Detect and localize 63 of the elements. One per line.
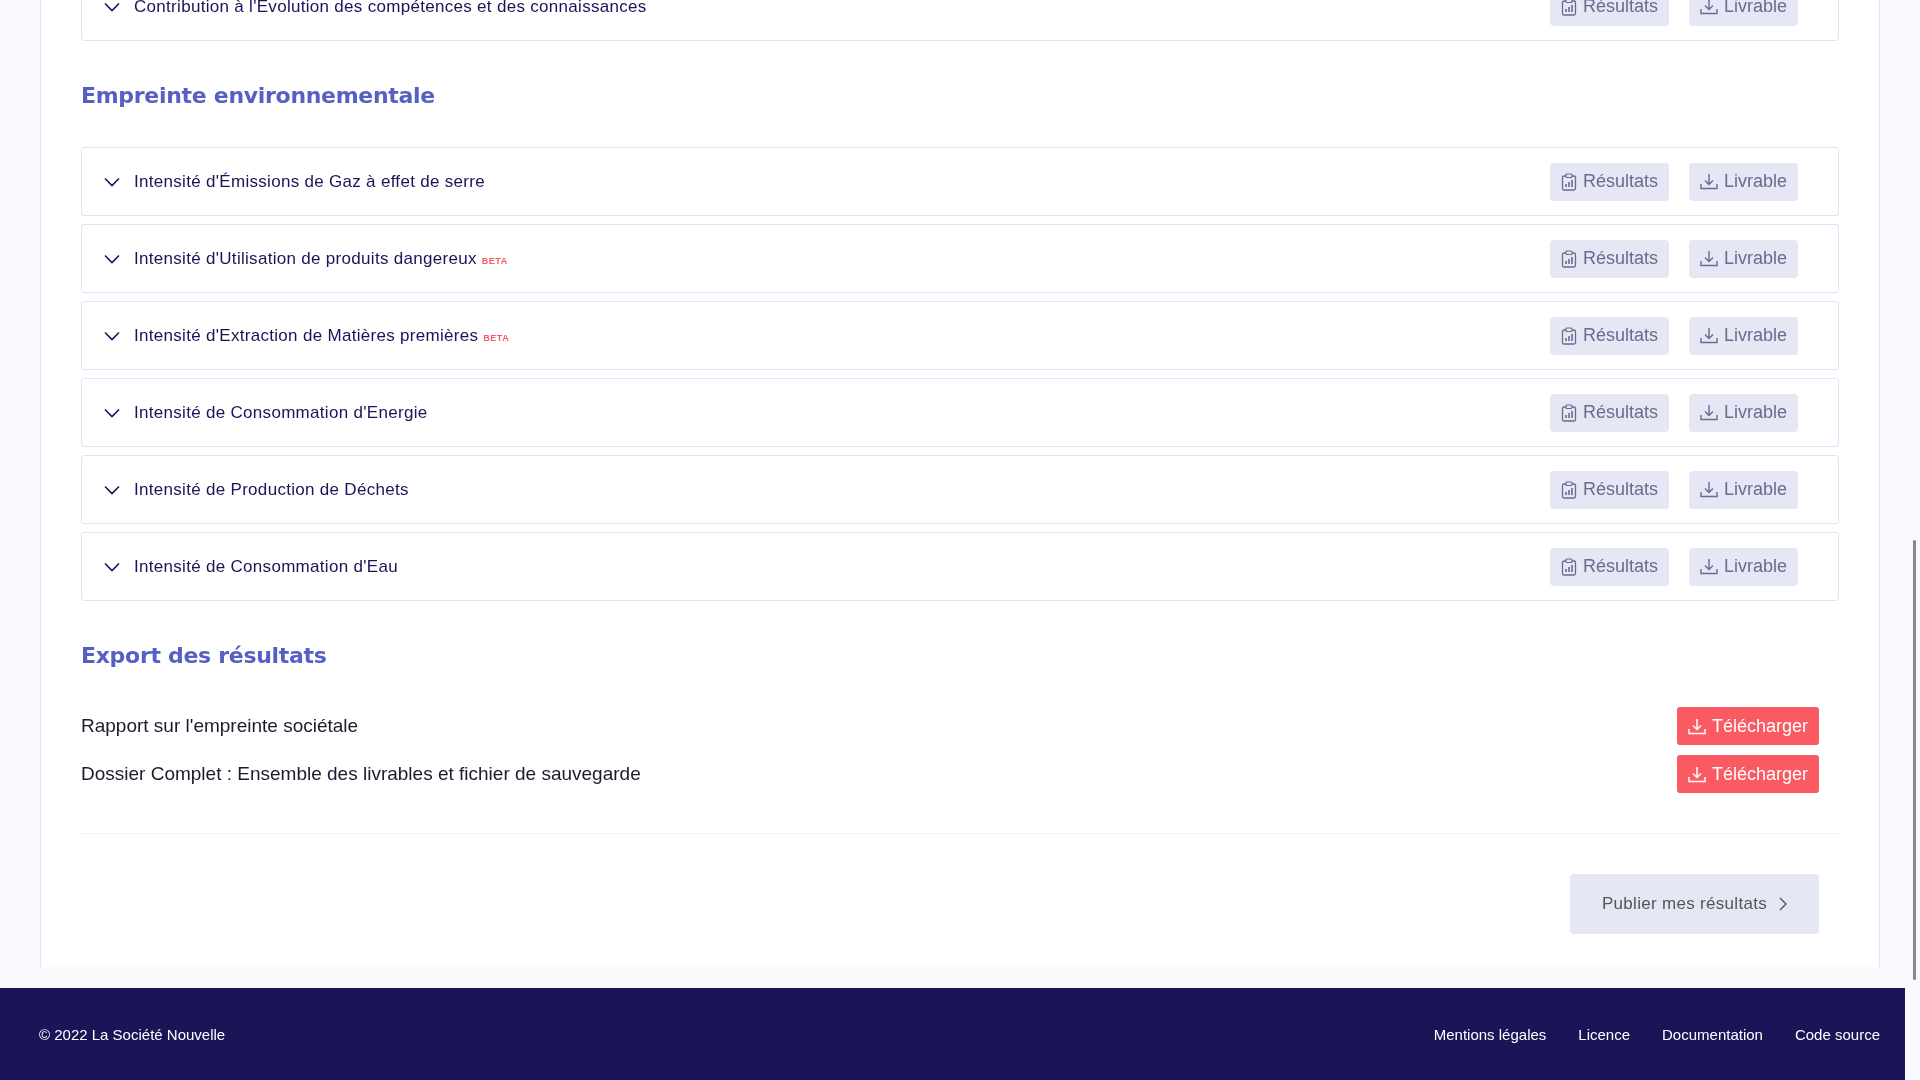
section-heading: Empreinte environnementale (81, 82, 436, 110)
download-icon (1687, 717, 1706, 735)
clipboard-chart-icon (1560, 480, 1577, 499)
copyright-text: © 2022 La Société Nouvelle (39, 1025, 226, 1043)
beta-label: BETA (483, 332, 510, 343)
clipboard-chart-icon (1560, 557, 1577, 576)
chevron-icon[interactable] (104, 1, 120, 12)
download-icon (1699, 558, 1718, 575)
indicator-title: Intensité d'Émissions de Gaz à effet de serre (134, 171, 485, 192)
footer-link[interactable]: Mentions légales (1433, 1025, 1547, 1043)
download-icon (1699, 404, 1718, 421)
publish-button[interactable]: Publier mes résultats (1569, 874, 1819, 934)
indicator-title: Intensité de Consommation d'Eau (134, 556, 398, 577)
chevron-icon[interactable] (104, 330, 120, 341)
deliverable-button[interactable]: Livrable (1688, 547, 1798, 586)
indicator-title: Intensité d'Utilisation de produits dangereux (134, 248, 477, 269)
export-label: Rapport sur l'empreinte sociétale (81, 715, 359, 737)
results-button[interactable]: Résultats (1549, 393, 1669, 432)
chevron-right-icon (1779, 897, 1787, 911)
download-icon (1699, 327, 1718, 344)
download-icon (1699, 0, 1718, 15)
indicator-row[interactable]: Intensité d'Extraction de Matières premières BETA Résultats Livrable (81, 301, 1839, 370)
footer-link[interactable]: Licence (1578, 1025, 1631, 1043)
beta-label: BETA (481, 255, 508, 266)
download-button[interactable]: Télécharger (1676, 755, 1819, 793)
indicator-title: Intensité de Consommation d'Energie (134, 402, 428, 423)
results-button[interactable]: Résultats (1549, 316, 1669, 355)
indicator-row[interactable]: Intensité d'Émissions de Gaz à effet de serre Résultats Livrable (81, 147, 1839, 216)
chevron-icon[interactable] (104, 561, 120, 572)
chevron-icon[interactable] (104, 253, 120, 264)
indicator-row[interactable]: Intensité de Production de Déchets Résultats Livrable (81, 455, 1839, 524)
results-button[interactable]: Résultats (1549, 162, 1669, 201)
deliverable-button[interactable]: Livrable (1688, 162, 1798, 201)
chevron-icon[interactable] (104, 484, 120, 495)
clipboard-chart-icon (1560, 326, 1577, 345)
indicator-title: Intensité de Production de Déchets (134, 479, 409, 500)
results-button[interactable]: Résultats (1549, 470, 1669, 509)
deliverable-button[interactable]: Livrable (1688, 239, 1798, 278)
indicator-row[interactable]: Intensité de Consommation d'Eau Résultats Livrable (81, 532, 1839, 601)
clipboard-chart-icon (1560, 249, 1577, 268)
download-icon (1699, 250, 1718, 267)
deliverable-button[interactable]: Livrable (1688, 470, 1798, 509)
deliverable-button[interactable]: Livrable (1688, 316, 1798, 355)
footer-link[interactable]: Code source (1794, 1025, 1880, 1043)
scrollbar-thumb[interactable] (1913, 540, 1916, 980)
clipboard-chart-icon (1560, 0, 1577, 16)
download-icon (1699, 173, 1718, 190)
deliverable-button[interactable]: Livrable (1688, 393, 1798, 432)
section-heading: Export des résultats (81, 642, 328, 670)
indicator-title: Intensité d'Extraction de Matières premières (134, 325, 479, 346)
download-button[interactable]: Télécharger (1676, 707, 1819, 745)
clipboard-chart-icon (1560, 403, 1577, 422)
results-button[interactable]: Résultats (1549, 239, 1669, 278)
indicator-row[interactable]: Intensité de Consommation d'Energie Résultats Livrable (81, 378, 1839, 447)
clipboard-chart-icon (1560, 172, 1577, 191)
chevron-icon[interactable] (104, 176, 120, 187)
chevron-icon[interactable] (104, 407, 120, 418)
export-label: Dossier Complet : Ensemble des livrables et fichier de sauvegarde (81, 763, 641, 785)
indicator-row[interactable]: Intensité d'Utilisation de produits dangereux BETA Résultats Livrable (81, 224, 1839, 293)
download-icon (1687, 765, 1706, 783)
results-button[interactable]: Résultats (1549, 547, 1669, 586)
footer-link[interactable]: Documentation (1662, 1025, 1763, 1043)
download-icon (1699, 481, 1718, 498)
